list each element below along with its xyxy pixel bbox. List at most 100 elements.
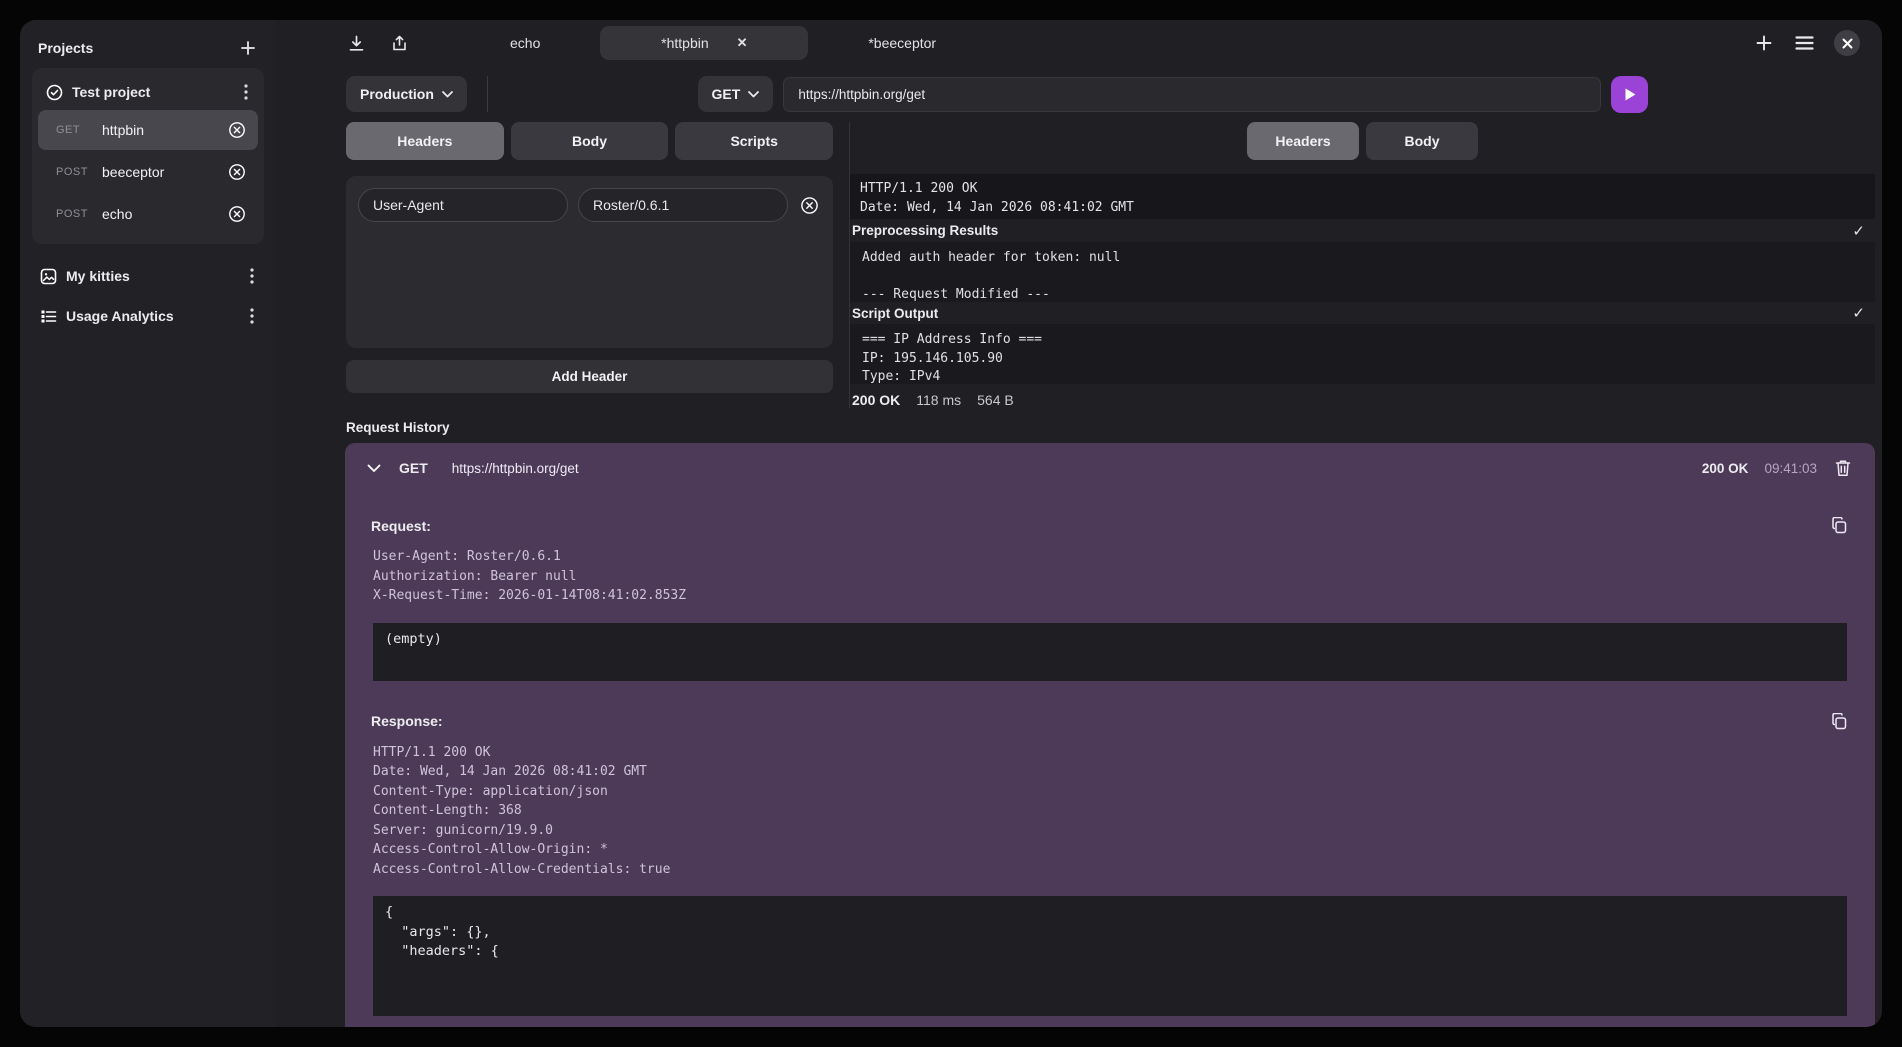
method-label: GET bbox=[56, 124, 102, 136]
import-button[interactable] bbox=[346, 33, 367, 54]
request-section-label: Request: bbox=[371, 518, 431, 534]
tab-response-body[interactable]: Body bbox=[1366, 122, 1478, 160]
section-title: Preprocessing Results bbox=[852, 223, 998, 238]
project-group-header[interactable]: Test project bbox=[38, 76, 258, 108]
divider bbox=[487, 76, 488, 112]
remove-request-button[interactable] bbox=[226, 161, 248, 183]
history-entry: GET https://httpbin.org/get 200 OK 09:41… bbox=[345, 443, 1875, 1027]
header-key-input[interactable] bbox=[358, 188, 568, 222]
history-request-headers: User-Agent: Roster/0.6.1 Authorization: … bbox=[345, 547, 1875, 606]
copy-response-button[interactable] bbox=[1829, 711, 1849, 732]
tab-label: *httpbin bbox=[661, 35, 708, 51]
request-name: echo bbox=[102, 206, 226, 222]
environment-select[interactable]: Production bbox=[346, 76, 467, 112]
share-icon bbox=[391, 35, 408, 52]
delete-history-button[interactable] bbox=[1833, 457, 1853, 479]
status-code: 200 OK bbox=[852, 392, 900, 408]
history-entry-header[interactable]: GET https://httpbin.org/get 200 OK 09:41… bbox=[345, 443, 1875, 493]
request-history-title: Request History bbox=[346, 420, 1882, 435]
preprocessing-output: Added auth header for token: null --- Re… bbox=[850, 242, 1875, 302]
status-size: 564 B bbox=[977, 392, 1014, 408]
history-method: GET bbox=[399, 460, 428, 476]
project-group: Test project GET httpbin POST bee bbox=[32, 68, 264, 244]
tab-request-headers[interactable]: Headers bbox=[346, 122, 504, 160]
url-input[interactable] bbox=[783, 77, 1601, 112]
tab-response-headers[interactable]: Headers bbox=[1247, 122, 1359, 160]
sidebar: Projects Test project GET bbox=[20, 20, 276, 1027]
kebab-icon bbox=[250, 268, 254, 284]
sidebar-item-my-kitties[interactable]: My kitties bbox=[32, 256, 264, 296]
app-window: Projects Test project GET bbox=[20, 20, 1882, 1027]
circle-x-icon bbox=[228, 121, 246, 139]
history-url: https://httpbin.org/get bbox=[452, 461, 1692, 476]
remove-request-button[interactable] bbox=[226, 119, 248, 141]
circle-x-icon bbox=[800, 196, 819, 215]
plus-icon bbox=[240, 40, 256, 56]
new-tab-button[interactable] bbox=[1753, 32, 1775, 54]
tab-strip: echo *httpbin ✕ *beeceptor bbox=[450, 26, 1753, 60]
tab-request-body[interactable]: Body bbox=[511, 122, 669, 160]
kebab-icon bbox=[250, 308, 254, 324]
sidebar-item-httpbin[interactable]: GET httpbin bbox=[38, 110, 258, 150]
collection-menu-button[interactable] bbox=[248, 266, 256, 286]
preprocessing-results-header: Preprocessing Results ✓ bbox=[850, 219, 1875, 242]
close-tab-icon[interactable]: ✕ bbox=[737, 35, 748, 51]
chevron-down-icon bbox=[442, 91, 453, 98]
history-status: 200 OK bbox=[1702, 461, 1749, 476]
script-output-header: Script Output ✓ bbox=[850, 302, 1875, 325]
status-time: 118 ms bbox=[916, 392, 961, 408]
plus-icon bbox=[1755, 34, 1773, 52]
method-select[interactable]: GET bbox=[698, 76, 774, 112]
sidebar-item-beeceptor[interactable]: POST beeceptor bbox=[38, 152, 258, 192]
toolbar: echo *httpbin ✕ *beeceptor bbox=[276, 20, 1882, 66]
remove-header-button[interactable] bbox=[798, 194, 821, 217]
tab-label: *beeceptor bbox=[868, 35, 936, 51]
collection-menu-button[interactable] bbox=[248, 306, 256, 326]
tab-label: echo bbox=[510, 35, 540, 51]
tab-beeceptor[interactable]: *beeceptor bbox=[808, 26, 996, 60]
image-icon bbox=[40, 268, 57, 285]
header-row bbox=[358, 188, 821, 222]
circle-x-icon bbox=[228, 205, 246, 223]
response-status-row: 200 OK 118 ms 564 B bbox=[850, 392, 1875, 408]
sidebar-item-usage-analytics[interactable]: Usage Analytics bbox=[32, 296, 264, 336]
script-output: === IP Address Info === IP: 195.146.105.… bbox=[850, 324, 1875, 384]
sidebar-item-echo[interactable]: POST echo bbox=[38, 194, 258, 234]
method-label: POST bbox=[56, 166, 102, 178]
tab-echo[interactable]: echo bbox=[450, 26, 600, 60]
history-response-headers: HTTP/1.1 200 OK Date: Wed, 14 Jan 2026 0… bbox=[345, 743, 1875, 880]
history-request-body: (empty) bbox=[373, 623, 1847, 681]
export-button[interactable] bbox=[389, 33, 410, 54]
add-header-button[interactable]: Add Header bbox=[346, 360, 833, 393]
send-request-button[interactable] bbox=[1611, 76, 1648, 113]
tab-httpbin-active[interactable]: *httpbin ✕ bbox=[600, 26, 808, 60]
close-window-button[interactable] bbox=[1834, 30, 1860, 56]
close-icon bbox=[1842, 38, 1853, 49]
response-section-label: Response: bbox=[371, 713, 443, 729]
response-panel: Headers Body HTTP/1.1 200 OK Date: Wed, … bbox=[849, 122, 1882, 408]
project-menu-button[interactable] bbox=[242, 82, 250, 102]
trash-icon bbox=[1835, 459, 1851, 477]
request-panel: Headers Body Scripts Add bbox=[346, 122, 833, 408]
project-name: Test project bbox=[72, 84, 242, 100]
headers-editor bbox=[346, 176, 833, 348]
history-time: 09:41:03 bbox=[1764, 461, 1817, 476]
tab-request-scripts[interactable]: Scripts bbox=[675, 122, 833, 160]
section-title: Script Output bbox=[852, 306, 938, 321]
request-name: httpbin bbox=[102, 122, 226, 138]
chevron-down-icon[interactable] bbox=[367, 464, 381, 473]
main-area: echo *httpbin ✕ *beeceptor bbox=[276, 20, 1882, 1027]
header-value-input[interactable] bbox=[578, 188, 788, 222]
check-icon: ✓ bbox=[1852, 222, 1865, 240]
request-name: beeceptor bbox=[102, 164, 226, 180]
copy-icon bbox=[1831, 713, 1847, 730]
remove-request-button[interactable] bbox=[226, 203, 248, 225]
add-project-button[interactable] bbox=[238, 38, 258, 58]
play-icon bbox=[1623, 87, 1637, 102]
copy-request-button[interactable] bbox=[1829, 515, 1849, 536]
environment-label: Production bbox=[360, 86, 434, 102]
hamburger-icon bbox=[1795, 36, 1814, 50]
menu-button[interactable] bbox=[1793, 34, 1816, 52]
projects-title: Projects bbox=[38, 40, 93, 56]
check-circle-icon bbox=[46, 84, 63, 101]
